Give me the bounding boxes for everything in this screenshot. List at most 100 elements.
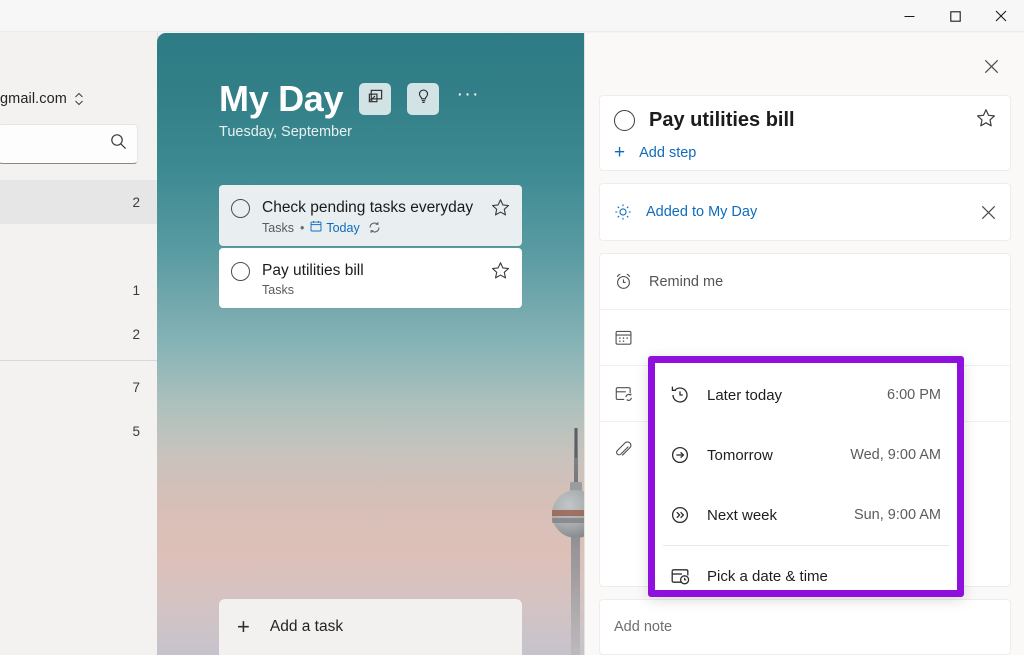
close-icon (995, 10, 1007, 22)
sidebar-nav-list: 2 1 2 7 5 (0, 180, 157, 453)
sidebar-item-0[interactable]: 2 (0, 180, 157, 224)
add-task-label: Add a task (269, 618, 344, 635)
add-step-button[interactable]: + Add step (600, 133, 1010, 162)
clock-later-icon (669, 384, 691, 406)
maximize-button[interactable] (932, 0, 978, 32)
todo-app-window: gmail.com 2 1 2 7 5 My Day ··· Tuesday, … (0, 0, 1024, 655)
task-title: Pay utilities bill (262, 262, 364, 279)
task-star-button[interactable] (491, 261, 510, 285)
task-list-name: Tasks (262, 220, 294, 235)
maximize-icon (949, 10, 961, 22)
task-metadata: Tasks • Today (262, 220, 483, 235)
alarm-clock-icon (614, 272, 633, 291)
reminder-option-value: Sun, 9:00 AM (853, 507, 941, 523)
star-outline-icon (977, 109, 995, 127)
sidebar: gmail.com 2 1 2 7 5 (0, 32, 158, 655)
task-star-button[interactable] (491, 198, 510, 222)
close-icon (984, 59, 998, 73)
reminder-option-label: Next week (707, 506, 778, 524)
account-email: gmail.com (0, 91, 67, 107)
detail-complete-checkbox[interactable] (614, 110, 635, 131)
star-outline-icon (491, 262, 510, 279)
note-placeholder: Add note (614, 619, 673, 635)
task-due-label: Today (326, 220, 360, 235)
minimize-button[interactable] (886, 0, 932, 32)
repeat-icon (368, 221, 381, 234)
remove-from-my-day-button[interactable] (981, 205, 996, 220)
my-day-pane: My Day ··· Tuesday, September Check pend… (157, 33, 584, 655)
reminder-options-highlight: Later today 6:00 PM Tomorrow Wed, 9:00 A… (648, 356, 964, 597)
remind-me-row[interactable]: Remind me (600, 254, 1010, 310)
close-icon (981, 205, 996, 219)
detail-title-card: Pay utilities bill + Add step (599, 95, 1011, 171)
reminder-option-label: Later today (707, 386, 783, 404)
sidebar-item-count: 2 (132, 194, 140, 210)
task-title: Check pending tasks everyday (262, 199, 474, 216)
task-metadata: Tasks (262, 283, 483, 297)
plus-icon: + (237, 614, 250, 639)
task-row[interactable]: Check pending tasks everyday Tasks • Tod… (219, 185, 522, 246)
sidebar-item-count: 1 (132, 282, 140, 298)
calendar-clock-icon (669, 565, 691, 587)
added-to-my-day-label: Added to My Day (646, 204, 758, 220)
sidebar-item-count: 5 (132, 423, 140, 439)
arrow-right-circle-icon (669, 444, 691, 466)
task-row[interactable]: Pay utilities bill Tasks (219, 248, 522, 308)
calendar-icon (310, 220, 322, 235)
page-title: My Day (219, 78, 344, 119)
star-outline-icon (491, 199, 510, 216)
paperclip-icon (614, 440, 633, 460)
sidebar-item-5[interactable]: 5 (0, 409, 157, 453)
sidebar-item-1[interactable] (0, 224, 157, 268)
search-box[interactable] (0, 124, 138, 164)
my-day-header: My Day ··· Tuesday, September (219, 78, 574, 140)
sidebar-item-count: 2 (132, 326, 140, 342)
task-complete-checkbox[interactable] (231, 262, 250, 281)
detail-star-button[interactable] (976, 108, 996, 133)
task-due-date: Today (310, 220, 360, 235)
change-background-button[interactable] (359, 83, 392, 115)
account-switcher[interactable]: gmail.com (0, 84, 157, 114)
add-step-label: Add step (639, 144, 697, 161)
picture-icon (367, 88, 384, 110)
task-list: Check pending tasks everyday Tasks • Tod… (219, 185, 522, 310)
remind-me-label: Remind me (649, 273, 724, 290)
current-date: Tuesday, September (219, 124, 352, 140)
task-list-name: Tasks (262, 283, 294, 297)
reminder-option-label: Tomorrow (707, 446, 773, 464)
window-titlebar (0, 0, 1024, 32)
note-card[interactable]: Add note (599, 599, 1011, 655)
meta-separator: • (299, 220, 305, 235)
add-task-button[interactable]: + Add a task (219, 599, 522, 655)
sidebar-item-count: 7 (132, 379, 140, 395)
task-complete-checkbox[interactable] (231, 199, 250, 218)
sidebar-item-4[interactable]: 7 (0, 365, 157, 409)
suggestions-button[interactable] (407, 83, 440, 115)
chevron-up-down-icon (74, 92, 84, 106)
sun-icon (614, 203, 632, 221)
reminder-option-label: Pick a date & time (707, 567, 828, 585)
search-input[interactable] (7, 125, 102, 163)
reminder-option-later-today[interactable]: Later today 6:00 PM (655, 365, 957, 425)
lightbulb-icon (415, 88, 432, 110)
sidebar-divider (0, 360, 157, 361)
close-detail-button[interactable] (976, 51, 1006, 81)
calendar-repeat-icon (614, 384, 633, 403)
detail-task-title[interactable]: Pay utilities bill (649, 109, 976, 132)
reminder-option-value: 6:00 PM (887, 387, 941, 403)
reminder-option-value: Wed, 9:00 AM (850, 447, 941, 463)
plus-icon: + (614, 142, 626, 163)
minimize-icon (904, 15, 914, 17)
close-window-button[interactable] (978, 0, 1024, 32)
search-icon (110, 133, 127, 155)
sidebar-item-3[interactable]: 2 (0, 312, 157, 356)
reminder-flyout-menu: Later today 6:00 PM Tomorrow Wed, 9:00 A… (655, 363, 957, 590)
reminder-option-pick-date-time[interactable]: Pick a date & time (655, 546, 957, 606)
added-to-my-day-card[interactable]: Added to My Day (599, 183, 1011, 241)
double-chevron-circle-icon (669, 504, 691, 526)
more-options-button[interactable]: ··· (453, 84, 483, 114)
sidebar-item-2[interactable]: 1 (0, 268, 157, 312)
reminder-option-tomorrow[interactable]: Tomorrow Wed, 9:00 AM (655, 425, 957, 485)
reminder-option-next-week[interactable]: Next week Sun, 9:00 AM (655, 485, 957, 545)
calendar-icon (614, 328, 633, 347)
